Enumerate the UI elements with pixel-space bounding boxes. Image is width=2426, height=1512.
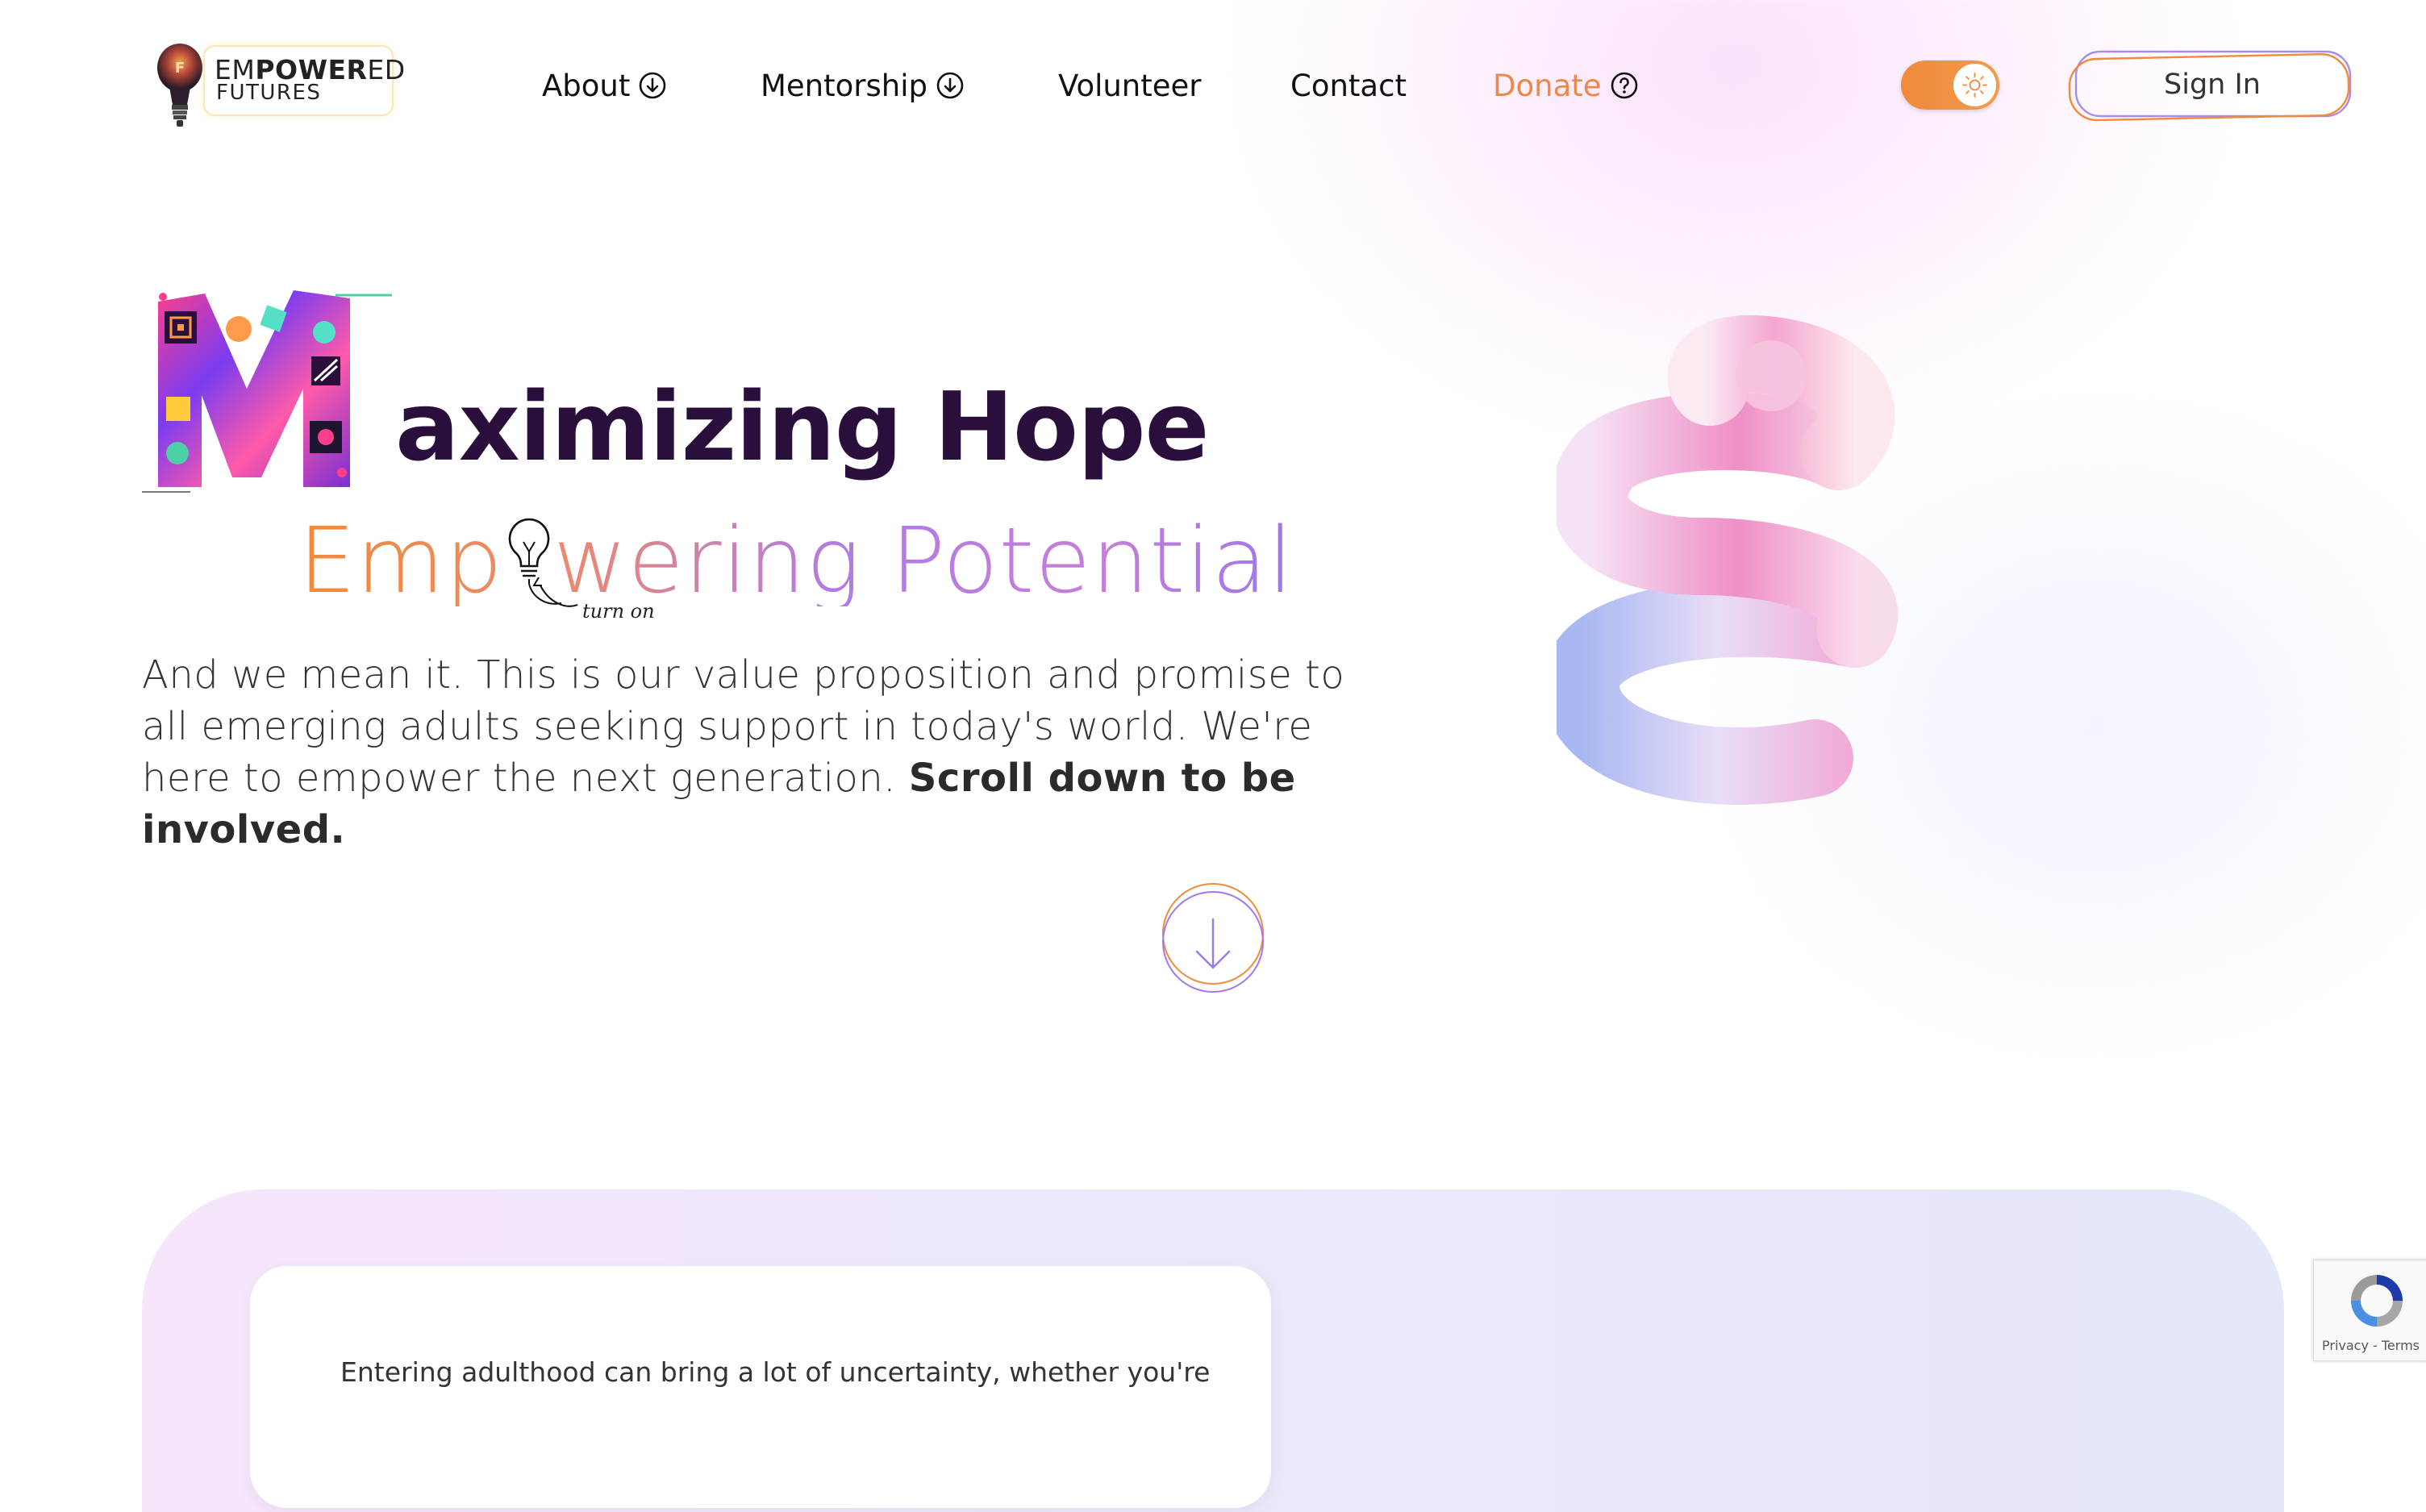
nav-donate-label: Donate [1493, 68, 1602, 103]
doodle-caption: turn on [582, 600, 655, 623]
logo-wordmark-top: EMPOWERED [215, 54, 406, 85]
nav-about-label: About [542, 68, 631, 103]
nav-donate[interactable]: Donate [1493, 69, 1639, 103]
recaptcha-icon [2351, 1275, 2403, 1327]
lightbulb-logo-icon: F [157, 44, 202, 127]
question-circle-icon [1611, 72, 1637, 99]
recaptcha-links[interactable]: Privacy - Terms [2322, 1338, 2420, 1353]
sun-icon [1962, 73, 1987, 98]
intro-card: Entering adulthood can bring a lot of un… [250, 1266, 1271, 1508]
nav-mentorship-label: Mentorship [761, 68, 927, 103]
nav-about[interactable]: About [542, 69, 667, 103]
arrow-down-circle-icon [640, 72, 666, 99]
nav-mentorship[interactable]: Mentorship [761, 69, 965, 103]
nav-contact[interactable]: Contact [1290, 69, 1407, 103]
scroll-down-button[interactable] [1160, 881, 1266, 997]
site-header: F EMPOWERED FUTURES About Mentorship Vol… [0, 0, 2426, 173]
hero-title: aximizing Hope [395, 371, 1210, 482]
nav-contact-label: Contact [1290, 68, 1407, 103]
nav-volunteer[interactable]: Volunteer [1058, 69, 1202, 103]
decorative-m-letter [142, 290, 392, 493]
empowered-futures-logo[interactable]: F EMPOWERED FUTURES [150, 37, 408, 132]
nav-volunteer-label: Volunteer [1058, 68, 1202, 103]
recaptcha-badge[interactable]: Privacy - Terms [2313, 1260, 2426, 1361]
arrow-down-circle-icon [936, 72, 964, 99]
toggle-knob [1953, 64, 1996, 106]
hero-description: And we mean it. This is our value propos… [142, 649, 1400, 856]
intro-card-text: Entering adulthood can bring a lot of un… [340, 1356, 1211, 1388]
decorative-3d-spiral [1557, 314, 1898, 805]
svg-text:F: F [175, 60, 185, 77]
hero-subtitle-part-a: Emp [298, 509, 503, 614]
hero-subtitle: Emp wering Potential [298, 516, 1294, 606]
sign-in-button[interactable]: Sign In [2066, 45, 2358, 124]
arrow-down-icon [1162, 883, 1264, 993]
logo-wordmark-bottom: FUTURES [216, 81, 322, 105]
theme-toggle[interactable] [1901, 60, 1999, 110]
sign-in-label: Sign In [2164, 69, 2261, 101]
